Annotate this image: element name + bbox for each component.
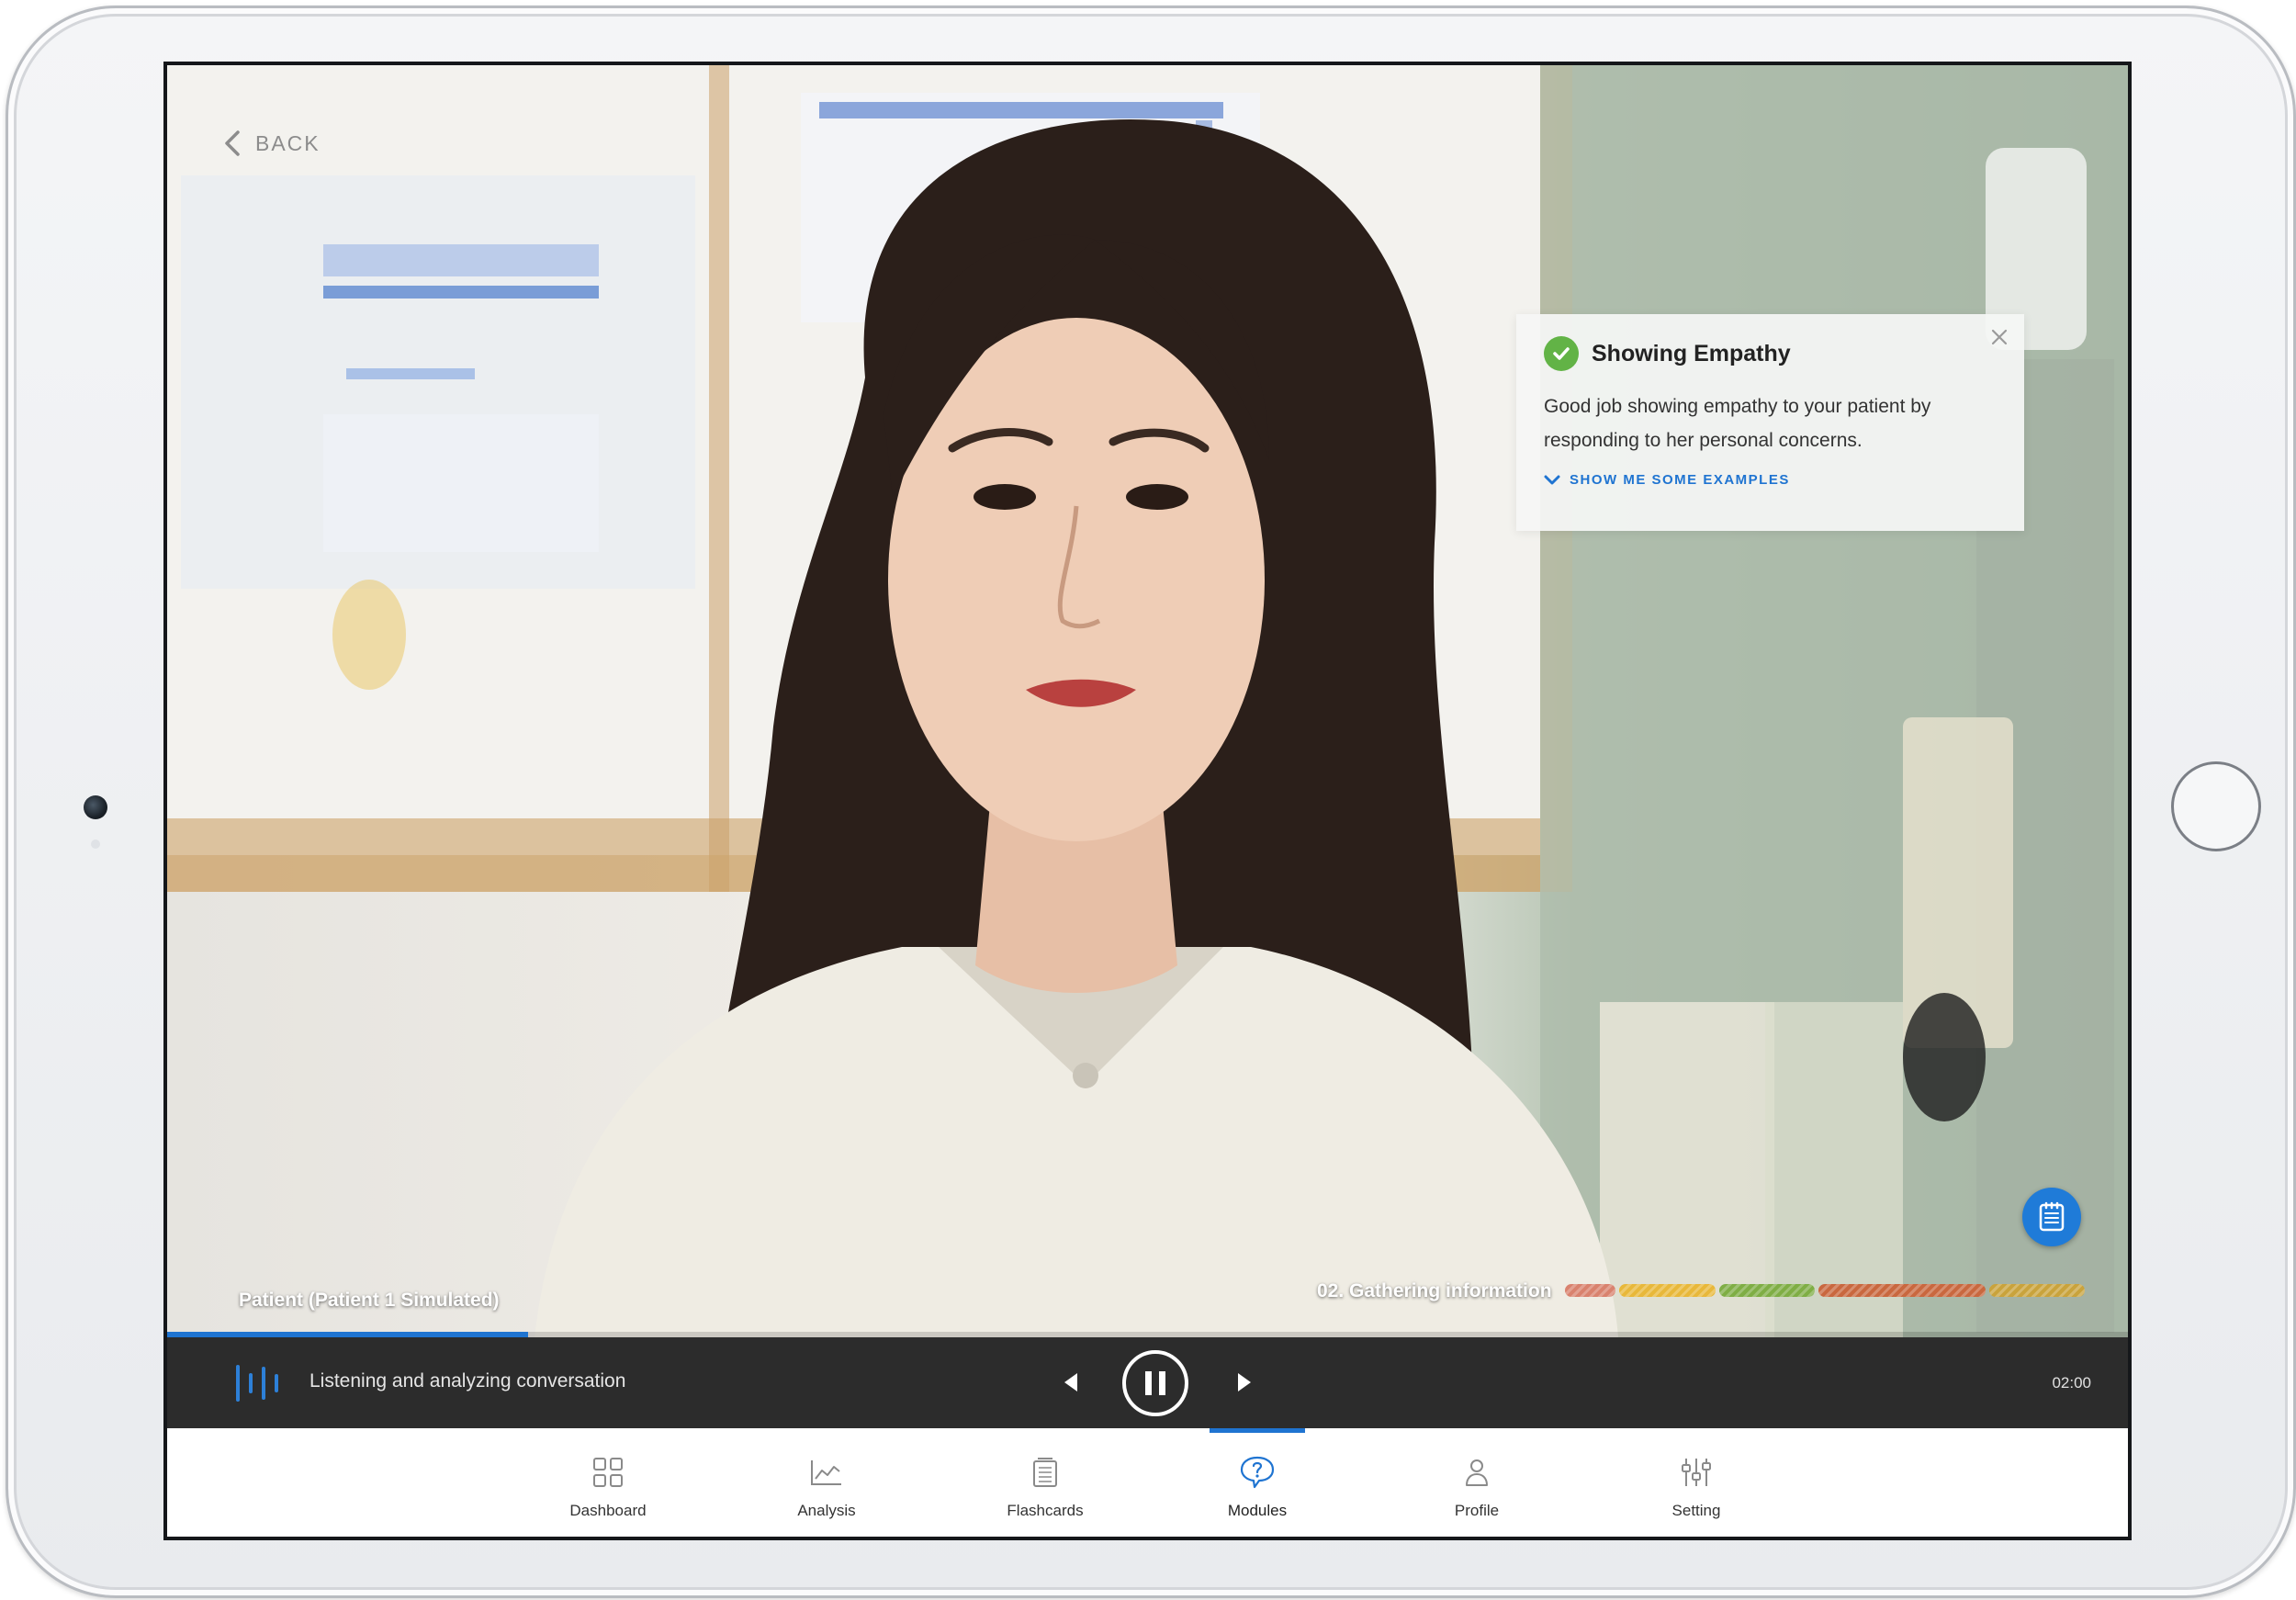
feedback-body: Good job showing empathy to your patient… — [1544, 396, 1931, 451]
notes-button[interactable] — [2022, 1188, 2081, 1246]
back-button[interactable]: BACK — [224, 130, 321, 157]
previous-button[interactable] — [1062, 1370, 1080, 1399]
nav-label-modules: Modules — [1227, 1502, 1288, 1519]
feedback-title: Showing Empathy — [1592, 340, 1791, 366]
notepad-icon — [2039, 1201, 2065, 1232]
flashcards-icon — [1027, 1454, 1064, 1491]
timeline-segment[interactable] — [1818, 1284, 1986, 1297]
chevron-left-icon — [225, 130, 240, 156]
chevron-down-icon — [1544, 475, 1560, 484]
feedback-card: Showing Empathy Good job showing empathy… — [1516, 314, 2024, 531]
pause-icon-bar-right — [1159, 1371, 1165, 1395]
bottom-nav: Dashboard Analysis Flashcards Modules Pr — [167, 1428, 2128, 1537]
nav-modules[interactable]: Modules — [1188, 1428, 1326, 1537]
timeline-segment[interactable] — [1718, 1284, 1815, 1297]
timeline-segment[interactable] — [1988, 1284, 2085, 1297]
analysis-chart-icon — [808, 1454, 845, 1491]
timeline-segment[interactable] — [1619, 1284, 1716, 1297]
profile-person-icon — [1458, 1454, 1495, 1491]
nav-dashboard[interactable]: Dashboard — [539, 1428, 677, 1537]
close-icon[interactable] — [1991, 329, 2008, 350]
listening-status: Listening and analyzing conversation — [310, 1370, 626, 1392]
elapsed-time: 02:00 — [2052, 1374, 2091, 1392]
pause-icon-bar-left — [1145, 1371, 1152, 1395]
patient-label: Patient (Patient 1 Simulated) — [239, 1290, 500, 1311]
nav-flashcards[interactable]: Flashcards — [976, 1428, 1114, 1537]
nav-label-profile: Profile — [1454, 1502, 1500, 1519]
home-button[interactable] — [2171, 761, 2261, 851]
light-sensor — [91, 839, 100, 849]
nav-label-dashboard: Dashboard — [569, 1502, 647, 1519]
patient-video-frame — [167, 65, 2128, 1337]
nav-profile[interactable]: Profile — [1408, 1428, 1546, 1537]
nav-label-setting: Setting — [1671, 1502, 1721, 1519]
dashboard-grid-icon — [590, 1454, 626, 1491]
audio-wave-icon — [236, 1365, 278, 1402]
pause-button[interactable] — [1122, 1350, 1188, 1416]
feedback-header: Showing Empathy — [1544, 336, 1997, 371]
patient-video: BACK Showing Empathy Good job showing em… — [167, 65, 2128, 1337]
nav-setting[interactable]: Setting — [1627, 1428, 1765, 1537]
back-label: BACK — [255, 130, 321, 155]
settings-sliders-icon — [1678, 1454, 1715, 1491]
nav-analysis[interactable]: Analysis — [758, 1428, 895, 1537]
show-examples-link[interactable]: SHOW ME SOME EXAMPLES — [1544, 472, 1997, 488]
check-circle-icon — [1544, 336, 1579, 371]
playback-controls: Listening and analyzing conversation 02:… — [167, 1337, 2128, 1428]
previous-icon — [1064, 1373, 1077, 1392]
modules-chat-icon — [1239, 1454, 1276, 1491]
section-label: 02. Gathering information — [1317, 1280, 1552, 1301]
conversation-timeline[interactable] — [1565, 1284, 2085, 1297]
nav-label-flashcards: Flashcards — [1007, 1502, 1084, 1519]
show-examples-label: SHOW ME SOME EXAMPLES — [1570, 472, 1790, 488]
next-icon — [1238, 1373, 1251, 1392]
front-camera — [84, 795, 107, 819]
next-button[interactable] — [1235, 1370, 1254, 1399]
app-screen: BACK Showing Empathy Good job showing em… — [163, 62, 2132, 1540]
timeline-segment[interactable] — [1565, 1284, 1615, 1297]
nav-label-analysis: Analysis — [797, 1502, 856, 1519]
